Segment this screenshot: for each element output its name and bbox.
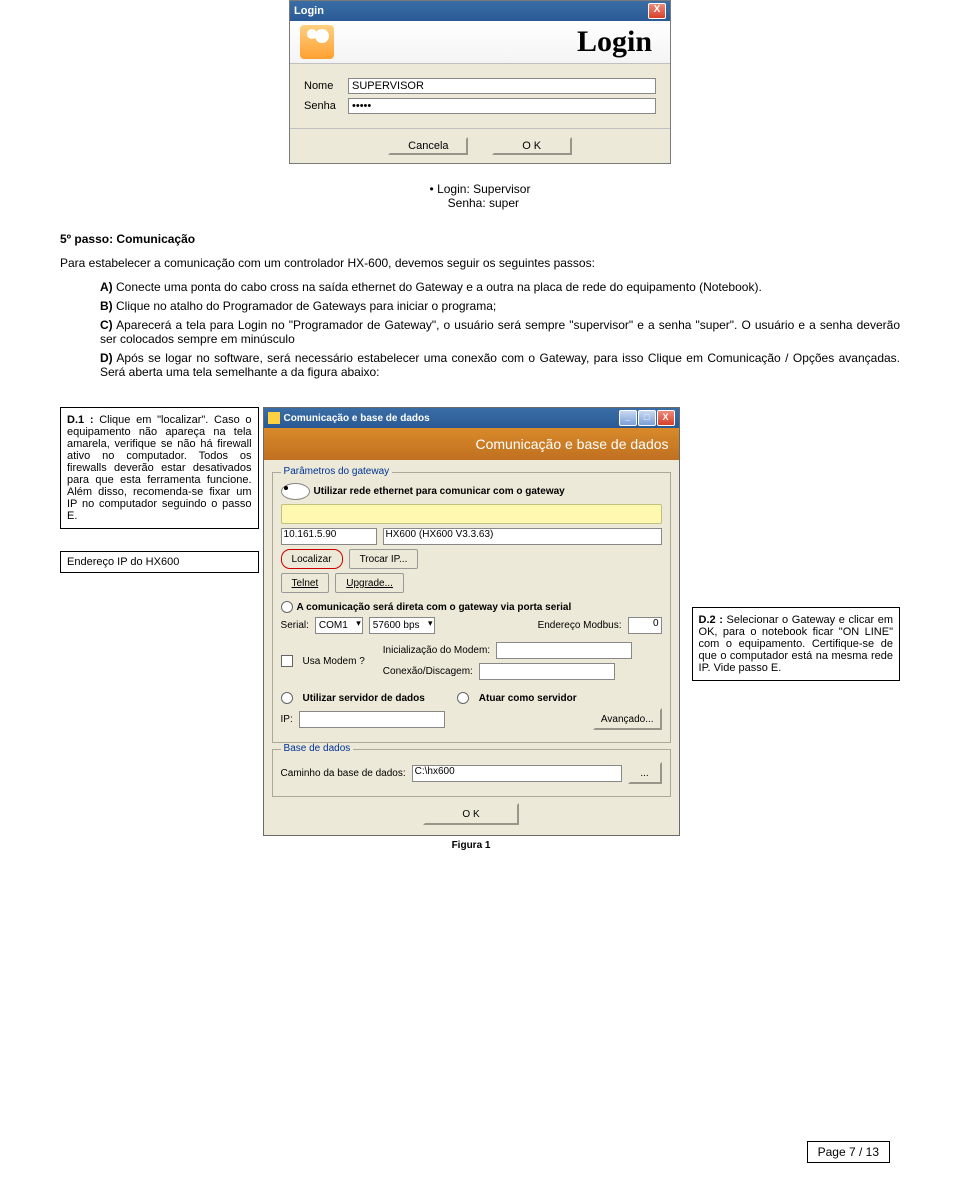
conexao-label: Conexão/Discagem: bbox=[383, 666, 473, 677]
conexao-input[interactable] bbox=[479, 663, 615, 680]
upgrade-button[interactable]: Upgrade... bbox=[335, 573, 404, 593]
ok-button[interactable]: O K bbox=[492, 137, 572, 155]
avancado-button[interactable]: Avançado... bbox=[593, 708, 662, 730]
senha-credential: Senha: super bbox=[448, 196, 519, 210]
login-banner-title: Login bbox=[342, 25, 660, 59]
nome-input[interactable] bbox=[348, 78, 656, 94]
item-d-text: Após se logar no software, será necessár… bbox=[100, 351, 900, 379]
radio-act-server[interactable] bbox=[457, 692, 469, 704]
app-icon bbox=[268, 412, 280, 424]
modbus-input[interactable]: 0 bbox=[628, 617, 662, 634]
gateway-params-fieldset: Parâmetros do gateway Utilizar rede ethe… bbox=[272, 472, 671, 743]
item-d-label: D) bbox=[100, 351, 113, 365]
serial-select[interactable]: COM1 bbox=[315, 617, 363, 634]
item-c-label: C) bbox=[100, 318, 113, 332]
init-modem-label: Inicialização do Modem: bbox=[383, 645, 490, 656]
credentials-block: • Login: Supervisor Senha: super bbox=[60, 182, 900, 210]
db-path-input[interactable]: C:\hx600 bbox=[412, 765, 622, 782]
database-fieldset: Base de dados Caminho da base de dados: … bbox=[272, 749, 671, 797]
init-modem-input[interactable] bbox=[496, 642, 632, 659]
note-d1: D.1 : Clique em "localizar". Caso o equi… bbox=[60, 407, 259, 529]
page-number: Page 7 / 13 bbox=[807, 1141, 890, 1163]
maximize-icon[interactable]: □ bbox=[638, 410, 656, 426]
figure-caption: Figura 1 bbox=[259, 840, 684, 851]
localizar-button[interactable]: Localizar bbox=[281, 549, 343, 569]
radio-ethernet[interactable] bbox=[281, 483, 310, 500]
gateway-params-legend: Parâmetros do gateway bbox=[281, 466, 393, 477]
login-title: Login bbox=[294, 5, 648, 17]
item-b-label: B) bbox=[100, 299, 113, 313]
db-path-label: Caminho da base de dados: bbox=[281, 768, 406, 779]
comm-banner: Comunicação e base de dados bbox=[264, 428, 679, 460]
database-legend: Base de dados bbox=[281, 743, 354, 754]
browse-button[interactable]: ... bbox=[628, 762, 662, 784]
login-credential: Login: Supervisor bbox=[437, 182, 530, 196]
minimize-icon[interactable]: _ bbox=[619, 410, 637, 426]
close-icon[interactable]: X bbox=[648, 3, 666, 19]
device-list[interactable] bbox=[281, 504, 662, 524]
item-b-text: Clique no atalho do Programador de Gatew… bbox=[116, 299, 496, 313]
step-5-heading: 5º passo: Comunicação bbox=[60, 232, 900, 246]
login-titlebar[interactable]: Login X bbox=[290, 1, 670, 21]
radio-use-server-label: Utilizar servidor de dados bbox=[303, 693, 425, 704]
cancel-button[interactable]: Cancela bbox=[388, 137, 468, 155]
senha-input[interactable] bbox=[348, 98, 656, 114]
nome-label: Nome bbox=[304, 80, 348, 92]
server-ip-label: IP: bbox=[281, 714, 293, 725]
comm-title: Comunicação e base de dados bbox=[284, 413, 619, 424]
item-c-text: Aparecerá a tela para Login no "Programa… bbox=[100, 318, 900, 346]
login-banner: Login bbox=[290, 21, 670, 64]
radio-serial-label: A comunicação será direta com o gateway … bbox=[297, 602, 572, 613]
server-ip-input[interactable] bbox=[299, 711, 445, 728]
radio-use-server[interactable] bbox=[281, 692, 293, 704]
comm-titlebar[interactable]: Comunicação e base de dados _ □ X bbox=[264, 408, 679, 428]
item-a-text: Conecte uma ponta do cabo cross na saída… bbox=[116, 280, 762, 294]
baud-select[interactable]: 57600 bps bbox=[369, 617, 435, 634]
modbus-label: Endereço Modbus: bbox=[538, 620, 622, 631]
item-a-label: A) bbox=[100, 280, 113, 294]
ip-input[interactable]: 10.161.5.90 bbox=[281, 528, 377, 545]
trocar-ip-button[interactable]: Trocar IP... bbox=[349, 549, 419, 569]
serial-label: Serial: bbox=[281, 620, 309, 631]
radio-serial[interactable] bbox=[281, 601, 293, 613]
login-dialog: Login X Login Nome Senha Cancela O K bbox=[289, 0, 671, 164]
comm-dialog: Comunicação e base de dados _ □ X Comuni… bbox=[263, 407, 680, 836]
users-icon bbox=[300, 25, 334, 59]
usa-modem-label: Usa Modem ? bbox=[303, 656, 365, 667]
ip-box: Endereço IP do HX600 bbox=[60, 551, 259, 573]
radio-act-server-label: Atuar como servidor bbox=[479, 693, 577, 704]
senha-label: Senha bbox=[304, 100, 348, 112]
comm-ok-button[interactable]: O K bbox=[423, 803, 519, 825]
step-5-intro: Para estabelecer a comunicação com um co… bbox=[60, 256, 900, 270]
radio-ethernet-label: Utilizar rede ethernet para comunicar co… bbox=[314, 486, 565, 497]
device-input[interactable]: HX600 (HX600 V3.3.63) bbox=[383, 528, 662, 545]
close-icon[interactable]: X bbox=[657, 410, 675, 426]
telnet-button[interactable]: Telnet bbox=[281, 573, 330, 593]
usa-modem-checkbox[interactable] bbox=[281, 655, 293, 667]
note-d2: D.2 : Selecionar o Gateway e clicar em O… bbox=[692, 607, 900, 681]
